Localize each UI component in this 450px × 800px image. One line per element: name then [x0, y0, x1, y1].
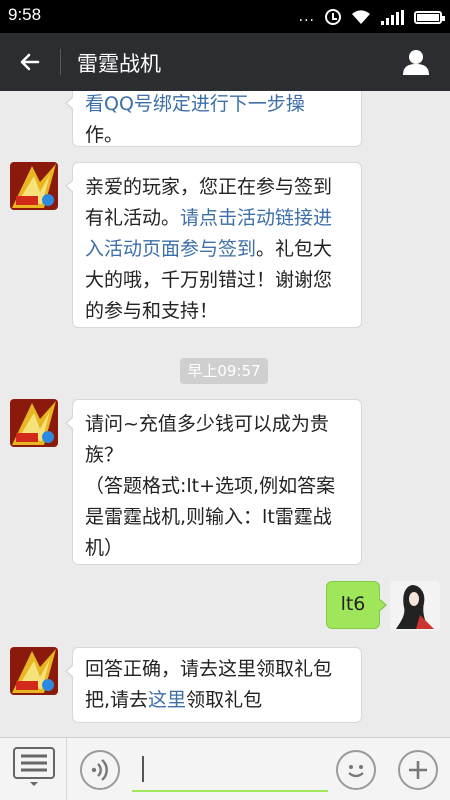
message-bubble[interactable]: 回答正确，请去这里领取礼包把,请去这里领取礼包: [65, 647, 362, 723]
message-bubble[interactable]: 亲爱的玩家，您正在参与签到有礼活动。请点击活动链接进入活动页面参与签到。礼包大大…: [65, 162, 362, 328]
timestamp-badge: 早上09:57: [180, 358, 268, 384]
profile-icon[interactable]: [402, 48, 430, 76]
message-text: lt6: [340, 593, 366, 615]
alarm-icon: [325, 9, 341, 25]
chat-title: 雷霆战机: [77, 52, 161, 76]
gift-link[interactable]: 这里: [148, 689, 186, 711]
message-text: 回答正确，请去这里领取礼包把,请去这里领取礼包: [85, 658, 333, 711]
input-bar: [0, 737, 450, 800]
wifi-icon: [352, 10, 370, 24]
message-text: 看QQ号绑定进行下一步操 作。: [85, 93, 305, 146]
text-caret: [142, 756, 144, 782]
voice-button[interactable]: [80, 750, 120, 790]
message-text: 亲爱的玩家，您正在参与签到有礼活动。请点击活动链接进入活动页面参与签到。礼包大大…: [85, 176, 333, 322]
status-bar: 9:58 ...: [0, 0, 450, 33]
more-dots-icon: ...: [298, 9, 315, 25]
header-divider: [60, 49, 61, 75]
more-button[interactable]: [398, 750, 438, 790]
battery-icon: [414, 10, 445, 24]
voice-icon: [91, 759, 108, 781]
chat-area[interactable]: 看QQ号绑定进行下一步操 作。 亲爱的玩家，您正在参与签到有礼活动。请点击活动链…: [0, 91, 450, 737]
game-avatar[interactable]: [10, 647, 58, 695]
chat-header: 雷霆战机: [0, 33, 450, 91]
game-avatar[interactable]: [10, 399, 58, 447]
message-bubble[interactable]: 看QQ号绑定进行下一步操 作。: [65, 91, 362, 147]
my-message-bubble[interactable]: lt6: [326, 581, 387, 629]
game-avatar[interactable]: [10, 162, 58, 210]
status-icons: ...: [298, 8, 445, 26]
bottom-divider: [66, 738, 67, 800]
emoji-icon: [348, 765, 364, 778]
my-avatar[interactable]: [390, 581, 440, 631]
back-arrow-icon[interactable]: [18, 50, 42, 74]
message-input[interactable]: [132, 750, 328, 792]
plus-icon: [409, 761, 427, 779]
status-time: 9:58: [8, 5, 42, 24]
menu-list-icon[interactable]: [12, 746, 56, 788]
signal-icon: [381, 9, 404, 25]
message-text: 请问~充值多少钱可以成为贵族？ （答题格式:lt+选项,例如答案是雷霆战机,则输…: [85, 413, 336, 559]
message-bubble[interactable]: 请问~充值多少钱可以成为贵族？ （答题格式:lt+选项,例如答案是雷霆战机,则输…: [65, 399, 362, 565]
emoji-button[interactable]: [336, 750, 376, 790]
